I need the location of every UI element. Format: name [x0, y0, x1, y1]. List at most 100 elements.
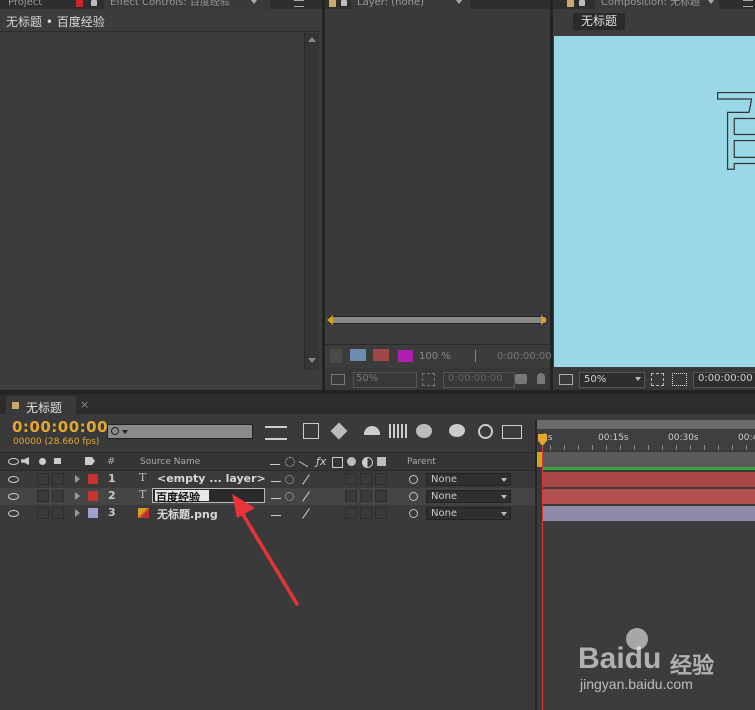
collapse-switch-icon[interactable]	[285, 475, 294, 484]
comp-mini-flowchart-icon[interactable]	[265, 426, 287, 440]
camera-icon[interactable]	[515, 374, 527, 384]
adjustment-layer-icon[interactable]	[362, 457, 373, 468]
layer-track-bar[interactable]	[542, 472, 755, 487]
eye-icon[interactable]	[8, 458, 19, 465]
motion-blur-col-icon[interactable]	[347, 457, 356, 466]
tab-layer[interactable]: Layer: (none)	[351, 0, 470, 9]
layer-track-bar[interactable]	[542, 506, 755, 521]
eye-icon[interactable]	[8, 476, 19, 483]
lock-icon[interactable]	[91, 0, 97, 6]
pickwhip-icon[interactable]	[409, 492, 418, 501]
pickwhip-icon[interactable]	[409, 509, 418, 518]
layer-footer-zoom[interactable]: 50%	[353, 372, 417, 388]
lock-toggle[interactable]	[52, 507, 64, 519]
switch-box[interactable]	[345, 490, 357, 502]
grid-icon[interactable]	[422, 373, 435, 386]
quality-slash-icon[interactable]	[302, 474, 310, 485]
playhead-line[interactable]	[542, 446, 543, 710]
canvas-text[interactable]: 百	[711, 87, 755, 176]
lock-icon[interactable]	[54, 458, 61, 464]
tab-project[interactable]: Project	[2, 0, 68, 9]
scroll-up-icon[interactable]	[308, 37, 316, 42]
layer-name[interactable]: 无标题.png	[157, 506, 218, 522]
column-parent-header[interactable]: Parent	[407, 457, 436, 467]
switch-box[interactable]	[345, 473, 357, 485]
label-color[interactable]	[88, 491, 98, 501]
render-icon[interactable]	[350, 349, 366, 361]
label-color[interactable]	[88, 508, 98, 518]
switch-box[interactable]	[345, 507, 357, 519]
draft-3d-icon[interactable]	[330, 422, 348, 440]
color-swatch-icon[interactable]	[398, 350, 413, 362]
parent-select[interactable]: None	[426, 473, 511, 486]
switch-box[interactable]	[360, 490, 372, 502]
person-icon[interactable]	[537, 373, 545, 384]
grid-icon[interactable]	[651, 373, 664, 386]
dropdown-arrow-icon[interactable]	[251, 0, 257, 4]
graph-editor-icon[interactable]	[502, 425, 522, 439]
switch-box[interactable]	[375, 473, 387, 485]
close-icon[interactable]: ×	[80, 398, 89, 411]
walk-icon[interactable]	[330, 349, 342, 363]
project-scrollbar[interactable]	[304, 33, 319, 370]
frame-blend-col-icon[interactable]	[332, 457, 343, 468]
column-number-header[interactable]: #	[107, 456, 115, 467]
navigator-start-handle[interactable]	[327, 315, 333, 325]
tab-composition[interactable]: Composition: 无标题	[595, 0, 719, 9]
expand-arrow-icon[interactable]	[75, 475, 80, 483]
timer-icon[interactable]	[478, 424, 493, 439]
column-source-name-header[interactable]: Source Name	[140, 457, 200, 467]
pickwhip-icon[interactable]	[409, 475, 418, 484]
label-color[interactable]	[88, 474, 98, 484]
view-icon[interactable]	[559, 374, 573, 385]
layer-row[interactable]: 1 T <empty ... layer> None	[0, 471, 535, 488]
audio-toggle[interactable]	[37, 473, 49, 485]
layer-name[interactable]: <empty ... layer>	[157, 472, 266, 485]
motion-blur-icon[interactable]	[373, 349, 389, 361]
view-icon[interactable]	[331, 374, 345, 385]
motion-blur-icon[interactable]	[416, 424, 432, 438]
tab-effect-controls[interactable]: Effect Controls: 百度经验	[104, 0, 270, 9]
comp-zoom-select[interactable]: 50%	[579, 372, 645, 388]
search-input[interactable]	[107, 424, 253, 439]
expand-arrow-icon[interactable]	[75, 492, 80, 500]
lock-toggle[interactable]	[52, 490, 64, 502]
timeline-ruler[interactable]: 0s 00:15s 00:30s 00:4	[536, 430, 755, 450]
brainstorm-icon[interactable]	[449, 424, 465, 437]
comp-name-button[interactable]: 无标题	[573, 13, 625, 30]
panel-divider[interactable]	[535, 420, 537, 710]
collapse-icon[interactable]	[285, 457, 295, 467]
dropdown-arrow-icon[interactable]	[456, 0, 462, 4]
comp-canvas[interactable]: 百	[554, 36, 755, 367]
shy-switch-icon[interactable]	[270, 458, 280, 465]
switch-box[interactable]	[360, 507, 372, 519]
dropdown-arrow-icon[interactable]	[708, 0, 714, 4]
layer-track-bar[interactable]	[542, 489, 755, 504]
playhead-icon[interactable]	[475, 350, 486, 362]
shy-switch-icon[interactable]	[271, 477, 281, 482]
layer-timecode[interactable]: 0:00:00:00	[497, 351, 552, 362]
frame-blending-icon[interactable]	[389, 424, 407, 438]
parent-select[interactable]: None	[426, 507, 511, 520]
comp-timecode[interactable]: 0:00:00:00	[693, 372, 755, 388]
audio-toggle[interactable]	[37, 490, 49, 502]
lock-icon[interactable]	[579, 0, 585, 6]
region-icon[interactable]	[672, 373, 687, 386]
solo-icon[interactable]	[39, 458, 46, 465]
eye-icon[interactable]	[8, 493, 19, 500]
audio-toggle[interactable]	[37, 507, 49, 519]
time-navigator[interactable]	[329, 316, 547, 324]
work-area-bar[interactable]	[536, 420, 755, 429]
lock-icon[interactable]	[341, 0, 347, 6]
expand-arrow-icon[interactable]	[75, 509, 80, 517]
parent-select[interactable]: None	[426, 490, 511, 503]
switch-box[interactable]	[375, 490, 387, 502]
eye-icon[interactable]	[8, 510, 19, 517]
3d-layer-icon[interactable]	[377, 457, 386, 466]
switch-box[interactable]	[375, 507, 387, 519]
hide-shy-icon[interactable]	[364, 426, 380, 435]
panel-menu-icon[interactable]	[743, 0, 753, 7]
lock-toggle[interactable]	[52, 473, 64, 485]
panel-menu-icon[interactable]	[294, 0, 304, 7]
switch-box[interactable]	[360, 473, 372, 485]
